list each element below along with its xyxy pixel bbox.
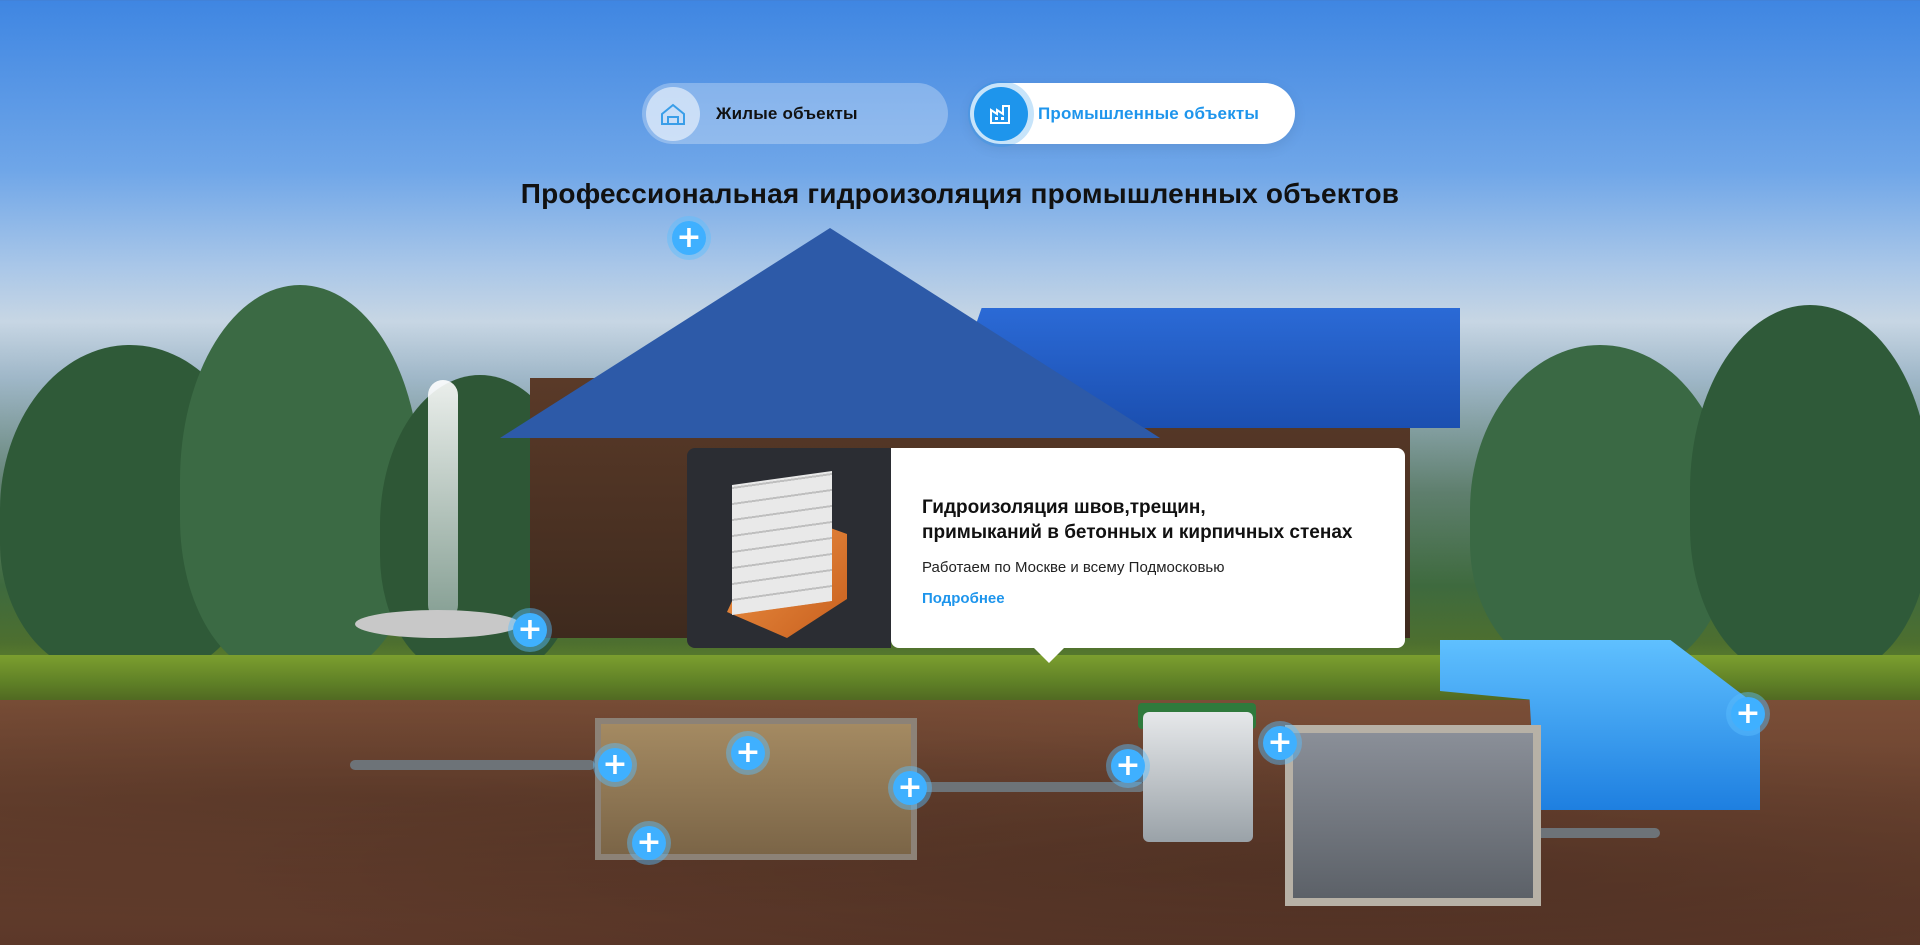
popup-title: Гидроизоляция швов,трещин, примыканий в … xyxy=(922,448,1383,545)
hotspot-basement-equipment[interactable]: + xyxy=(731,736,765,770)
house-icon xyxy=(646,86,700,141)
hotspot-basement-floor[interactable]: + xyxy=(632,826,666,860)
fountain-basin xyxy=(355,610,520,638)
popup-card: Гидроизоляция швов,трещин, примыканий в … xyxy=(891,448,1405,663)
pipe xyxy=(905,782,1145,792)
tab-industrial[interactable]: Промышленные объекты xyxy=(970,83,1295,144)
hotspot-roof[interactable]: + xyxy=(672,221,706,255)
popup-title-line2: примыканий в бетонных и кирпичных стенах xyxy=(922,522,1353,543)
object-type-tabs: Жилые объекты Промышленные объекты xyxy=(642,83,1295,144)
septic-tank xyxy=(1143,712,1253,842)
pipe xyxy=(1520,828,1660,838)
hotspot-septic-tank[interactable]: + xyxy=(1111,749,1145,783)
pump-room-cutaway xyxy=(1285,725,1541,906)
hotspot-pool[interactable]: + xyxy=(1731,697,1765,731)
more-link[interactable]: Подробнее xyxy=(922,590,1005,607)
wall-layers-icon xyxy=(687,448,891,648)
hotspot-pipe-entry[interactable]: + xyxy=(893,771,927,805)
fountain xyxy=(428,380,458,620)
hotspot-pump-room[interactable]: + xyxy=(1263,726,1297,760)
tab-residential-label: Жилые объекты xyxy=(716,103,858,123)
info-popup: Гидроизоляция швов,трещин, примыканий в … xyxy=(687,448,1405,663)
factory-icon xyxy=(974,86,1028,141)
pipe xyxy=(350,760,595,770)
hotspot-fountain[interactable]: + xyxy=(513,613,547,647)
popup-text: Работаем по Москве и всему Подмосковью xyxy=(922,559,1225,576)
tab-industrial-label: Промышленные объекты xyxy=(1038,103,1260,123)
tab-residential[interactable]: Жилые объекты xyxy=(642,83,948,144)
popup-title-line1: Гидроизоляция швов,трещин, xyxy=(922,497,1206,518)
hotspot-basement-wall[interactable]: + xyxy=(598,748,632,782)
page-title: Профессиональная гидроизоляция промышлен… xyxy=(520,178,1400,209)
